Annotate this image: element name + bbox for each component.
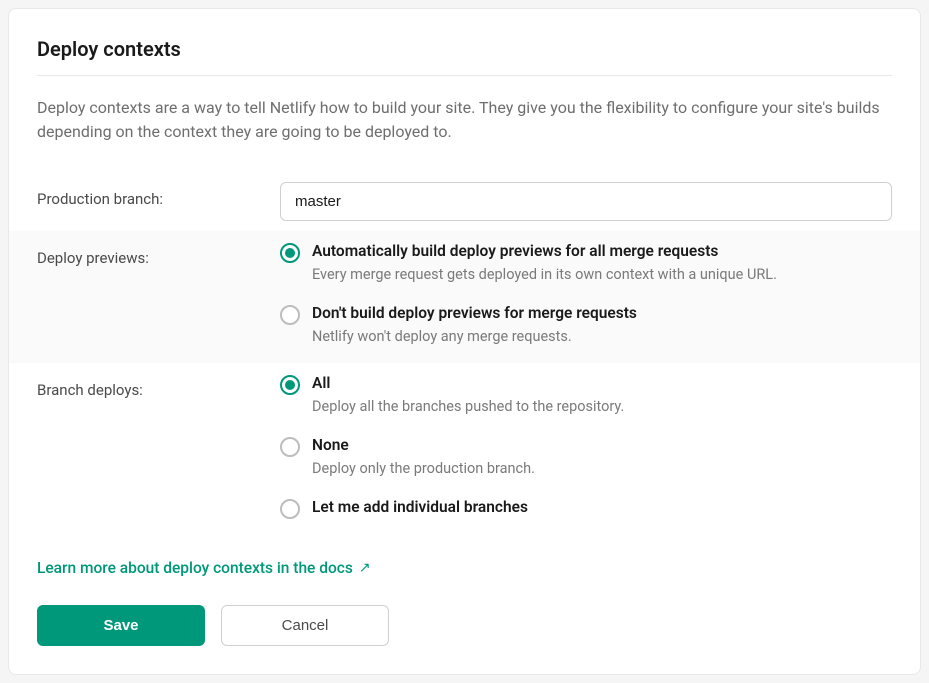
deploy-previews-label: Deploy previews: (37, 241, 280, 267)
docs-link-text: Learn more about deploy contexts in the … (37, 559, 353, 577)
deploy-previews-row: Deploy previews: Automatically build dep… (9, 231, 920, 363)
radio-desc: Deploy only the production branch. (312, 459, 892, 479)
branch-deploys-label: Branch deploys: (37, 373, 280, 399)
radio-content: None Deploy only the production branch. (312, 435, 892, 479)
radio-dot-icon (285, 380, 295, 390)
external-link-icon: ↗ (359, 560, 371, 576)
branch-deploys-option-all[interactable]: All Deploy all the branches pushed to th… (280, 373, 892, 417)
title-divider (37, 75, 892, 76)
production-branch-row: Production branch: (37, 172, 892, 231)
radio-title: None (312, 435, 892, 457)
branch-deploys-control: All Deploy all the branches pushed to th… (280, 373, 892, 525)
cancel-button[interactable]: Cancel (221, 605, 389, 646)
radio-unchecked-icon (280, 499, 300, 519)
branch-deploys-option-none[interactable]: None Deploy only the production branch. (280, 435, 892, 479)
production-branch-label: Production branch: (37, 182, 280, 208)
production-branch-input[interactable] (280, 182, 892, 221)
radio-content: Let me add individual branches (312, 497, 892, 519)
button-row: Save Cancel (37, 605, 892, 646)
deploy-previews-option-none[interactable]: Don't build deploy previews for merge re… (280, 303, 892, 347)
card-title: Deploy contexts (37, 37, 892, 61)
card-description: Deploy contexts are a way to tell Netlif… (37, 96, 892, 144)
radio-dot-icon (285, 248, 295, 258)
radio-desc: Netlify won't deploy any merge requests. (312, 327, 892, 347)
branch-deploys-option-individual[interactable]: Let me add individual branches (280, 497, 892, 519)
radio-content: Automatically build deploy previews for … (312, 241, 892, 285)
branch-deploys-row: Branch deploys: All Deploy all the branc… (37, 363, 892, 535)
deploy-previews-control: Automatically build deploy previews for … (280, 241, 892, 353)
radio-desc: Every merge request gets deployed in its… (312, 265, 892, 285)
production-branch-control (280, 182, 892, 221)
radio-content: All Deploy all the branches pushed to th… (312, 373, 892, 417)
radio-checked-icon (280, 243, 300, 263)
radio-content: Don't build deploy previews for merge re… (312, 303, 892, 347)
docs-link[interactable]: Learn more about deploy contexts in the … (37, 559, 371, 577)
radio-unchecked-icon (280, 305, 300, 325)
radio-unchecked-icon (280, 437, 300, 457)
deploy-contexts-card: Deploy contexts Deploy contexts are a wa… (8, 8, 921, 675)
radio-title: Let me add individual branches (312, 497, 892, 519)
radio-title: Don't build deploy previews for merge re… (312, 303, 892, 325)
deploy-previews-option-auto[interactable]: Automatically build deploy previews for … (280, 241, 892, 285)
radio-title: Automatically build deploy previews for … (312, 241, 892, 263)
radio-desc: Deploy all the branches pushed to the re… (312, 397, 892, 417)
radio-checked-icon (280, 375, 300, 395)
save-button[interactable]: Save (37, 605, 205, 646)
radio-title: All (312, 373, 892, 395)
